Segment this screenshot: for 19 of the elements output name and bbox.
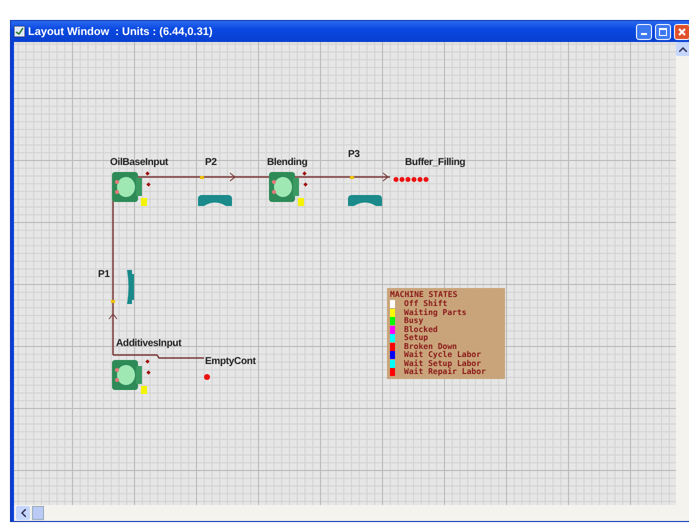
- node-label: Blending: [267, 157, 308, 168]
- state-label: Busy: [404, 317, 424, 326]
- state-label: Blocked: [404, 326, 438, 334]
- window-title: Layout Window : Units : (6.44,0.31): [28, 26, 214, 38]
- legend-title: MACHINE STATES: [390, 290, 458, 300]
- node-label: AdditivesInput: [116, 338, 182, 349]
- node-label: P1: [98, 269, 110, 280]
- state-label: Setup: [404, 334, 428, 342]
- state-label: Broken Down: [404, 342, 457, 351]
- node-label: Buffer_Filling: [405, 157, 466, 168]
- node-label: EmptyCont: [205, 356, 256, 367]
- state-label: Wait Repair Labor: [404, 368, 486, 376]
- state-label: Off Shift: [404, 300, 448, 308]
- state-label: Wait Cycle Labor: [404, 351, 482, 360]
- state-label: Waiting Parts: [404, 308, 467, 317]
- node-label: OilBaseInput: [110, 157, 168, 168]
- node-label: P2: [205, 157, 217, 168]
- node-label: P3: [348, 149, 360, 160]
- state-label: Wait Setup Labor: [404, 360, 482, 368]
